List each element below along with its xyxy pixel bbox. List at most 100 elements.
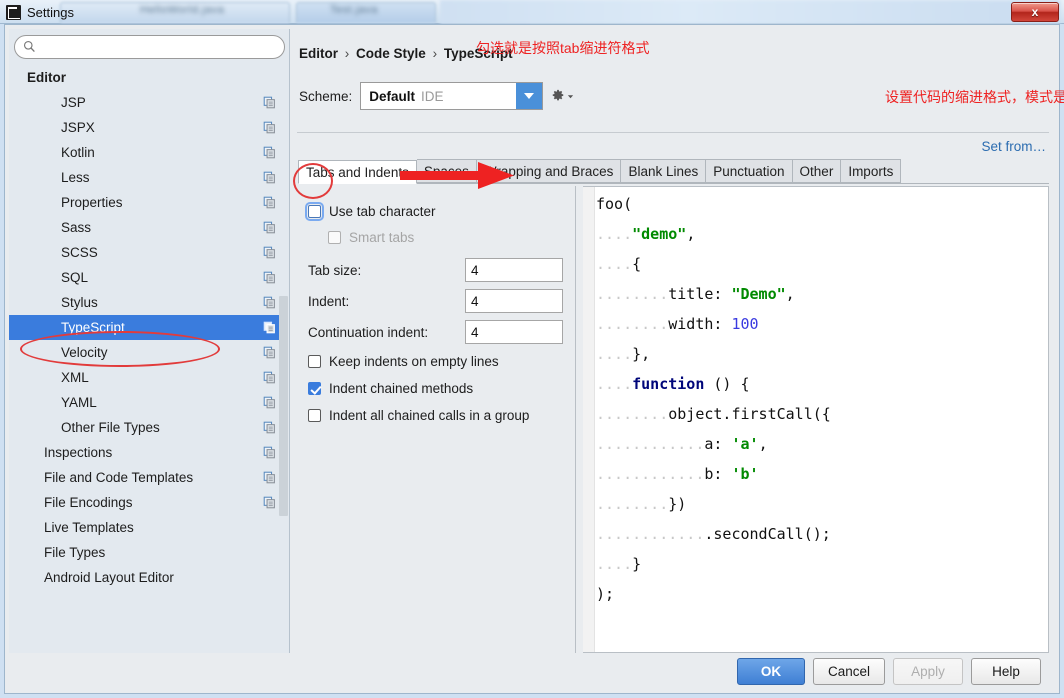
sidebar-item-typescript[interactable]: TypeScript bbox=[9, 315, 289, 340]
copy-settings-icon[interactable] bbox=[263, 496, 276, 509]
code-token: , bbox=[758, 435, 768, 453]
indent-row: Indent: bbox=[308, 289, 563, 313]
copy-settings-icon[interactable] bbox=[263, 421, 276, 434]
help-button[interactable]: Help bbox=[971, 657, 1041, 685]
keep-indents-row[interactable]: Keep indents on empty lines bbox=[308, 354, 499, 369]
sidebar-item-jspx[interactable]: JSPX bbox=[9, 115, 289, 140]
code-preview-panel[interactable]: foo(...."demo", ....{........title: "Demo… bbox=[583, 186, 1049, 653]
sidebar-scrollbar-track[interactable] bbox=[279, 65, 289, 657]
sidebar-item-jsp[interactable]: JSP bbox=[9, 90, 289, 115]
breadcrumb-part-editor[interactable]: Editor bbox=[299, 46, 338, 61]
sidebar-item-kotlin[interactable]: Kotlin bbox=[9, 140, 289, 165]
code-line: .............secondCall(); bbox=[596, 519, 1048, 549]
indent-all-chained-row[interactable]: Indent all chained calls in a group bbox=[308, 408, 529, 423]
chevron-down-icon bbox=[568, 94, 574, 98]
use-tab-character-row[interactable]: Use tab character bbox=[305, 202, 436, 221]
tab-other[interactable]: Other bbox=[792, 159, 842, 183]
sidebar-item-yaml[interactable]: YAML bbox=[9, 390, 289, 415]
tab-wrapping-and-braces[interactable]: Wrapping and Braces bbox=[476, 159, 622, 183]
sidebar-item-xml[interactable]: XML bbox=[9, 365, 289, 390]
code-line: ....} bbox=[596, 549, 1048, 579]
indent-all-chained-checkbox[interactable] bbox=[308, 409, 321, 422]
copy-settings-icon[interactable] bbox=[263, 246, 276, 259]
settings-tree[interactable]: Editor JSP JSPX Kotlin Less Properties Sass SCS… bbox=[9, 65, 289, 657]
tab-size-row: Tab size: bbox=[308, 258, 563, 282]
sidebar-item-sass[interactable]: Sass bbox=[9, 215, 289, 240]
keep-indents-checkbox[interactable] bbox=[308, 355, 321, 368]
indent-input[interactable] bbox=[465, 289, 563, 313]
copy-settings-icon[interactable] bbox=[263, 371, 276, 384]
continuation-indent-label: Continuation indent: bbox=[308, 324, 429, 340]
copy-settings-icon[interactable] bbox=[263, 296, 276, 309]
sidebar-item-label: Less bbox=[61, 170, 90, 185]
code-token: .secondCall(); bbox=[704, 525, 831, 543]
copy-settings-icon[interactable] bbox=[263, 321, 276, 334]
tab-size-input[interactable] bbox=[465, 258, 563, 282]
code-token-str: 'a' bbox=[731, 435, 759, 453]
chevron-down-icon[interactable] bbox=[516, 83, 543, 109]
search-container bbox=[14, 35, 285, 59]
code-token-dot: ........ bbox=[596, 495, 669, 513]
sidebar-item-editor[interactable]: Editor bbox=[9, 65, 289, 90]
sidebar-item-file-encodings[interactable]: File Encodings bbox=[9, 490, 289, 515]
tab-spaces[interactable]: Spaces bbox=[416, 159, 477, 183]
tab-tabs-and-indents[interactable]: Tabs and Indents bbox=[298, 160, 417, 184]
copy-settings-icon[interactable] bbox=[263, 346, 276, 359]
ok-button[interactable]: OK bbox=[736, 657, 805, 685]
continuation-indent-row: Continuation indent: bbox=[308, 320, 563, 344]
tab-imports[interactable]: Imports bbox=[841, 159, 902, 183]
sidebar-item-inspections[interactable]: Inspections bbox=[9, 440, 289, 465]
sidebar-scrollbar-thumb[interactable] bbox=[279, 296, 288, 516]
copy-settings-icon[interactable] bbox=[263, 121, 276, 134]
settings-tabstrip[interactable]: Tabs and Indents Spaces Wrapping and Brace… bbox=[298, 159, 1049, 184]
copy-settings-icon[interactable] bbox=[263, 146, 276, 159]
sidebar-item-android-layout-editor[interactable]: Android Layout Editor bbox=[9, 565, 289, 590]
copy-settings-icon[interactable] bbox=[263, 221, 276, 234]
sidebar-item-other-file-types[interactable]: Other File Types bbox=[9, 415, 289, 440]
dialog-titlebar: Settings x bbox=[0, 0, 1064, 24]
sidebar-item-scss[interactable]: SCSS bbox=[9, 240, 289, 265]
sidebar-item-label: Sass bbox=[61, 220, 92, 235]
copy-settings-icon[interactable] bbox=[263, 96, 276, 109]
use-tab-character-checkbox[interactable] bbox=[305, 202, 324, 221]
dialog-body: Editor JSP JSPX Kotlin Less Properties Sass SCS… bbox=[4, 24, 1064, 694]
sidebar-item-less[interactable]: Less bbox=[9, 165, 289, 190]
code-line: ....}, bbox=[596, 339, 1048, 369]
sidebar-item-label: SCSS bbox=[61, 245, 98, 260]
code-token-str: 'b' bbox=[731, 465, 759, 483]
sidebar-item-sql[interactable]: SQL bbox=[9, 265, 289, 290]
sidebar-item-live-templates[interactable]: Live Templates bbox=[9, 515, 289, 540]
code-line: ........}) bbox=[596, 489, 1048, 519]
cancel-button[interactable]: Cancel bbox=[812, 657, 885, 685]
code-token-num: 100 bbox=[731, 315, 759, 333]
copy-settings-icon[interactable] bbox=[263, 171, 276, 184]
copy-settings-icon[interactable] bbox=[263, 471, 276, 484]
continuation-indent-input[interactable] bbox=[465, 320, 563, 344]
smart-tabs-row: Smart tabs bbox=[328, 230, 414, 245]
tab-blank-lines[interactable]: Blank Lines bbox=[621, 159, 707, 183]
sidebar-item-stylus[interactable]: Stylus bbox=[9, 290, 289, 315]
scheme-settings-button[interactable] bbox=[551, 89, 574, 103]
indent-chained-methods-row[interactable]: Indent chained methods bbox=[308, 381, 473, 396]
copy-settings-icon[interactable] bbox=[263, 271, 276, 284]
indent-chained-methods-checkbox[interactable] bbox=[308, 382, 321, 395]
code-line: ....function () { bbox=[596, 369, 1048, 399]
close-button[interactable]: x bbox=[1011, 2, 1059, 22]
sidebar-item-file-types[interactable]: File Types bbox=[9, 540, 289, 565]
sidebar-item-label: Live Templates bbox=[44, 520, 134, 535]
sidebar-item-file-and-code-templates[interactable]: File and Code Templates bbox=[9, 465, 289, 490]
sidebar-item-velocity[interactable]: Velocity bbox=[9, 340, 289, 365]
breadcrumb-part-code-style[interactable]: Code Style bbox=[356, 46, 426, 61]
copy-settings-icon[interactable] bbox=[263, 196, 276, 209]
scheme-value: Default bbox=[369, 88, 416, 104]
copy-settings-icon[interactable] bbox=[263, 396, 276, 409]
set-from-link[interactable]: Set from… bbox=[981, 139, 1046, 154]
copy-settings-icon[interactable] bbox=[263, 446, 276, 459]
scheme-combobox[interactable]: Default IDE bbox=[360, 82, 544, 110]
sidebar-item-properties[interactable]: Properties bbox=[9, 190, 289, 215]
tab-punctuation[interactable]: Punctuation bbox=[706, 159, 793, 183]
code-token: , bbox=[686, 225, 696, 243]
dialog-button-bar: OK Cancel Apply Help bbox=[9, 653, 1055, 689]
scheme-label: Scheme: bbox=[299, 88, 353, 104]
search-input[interactable] bbox=[14, 35, 285, 59]
